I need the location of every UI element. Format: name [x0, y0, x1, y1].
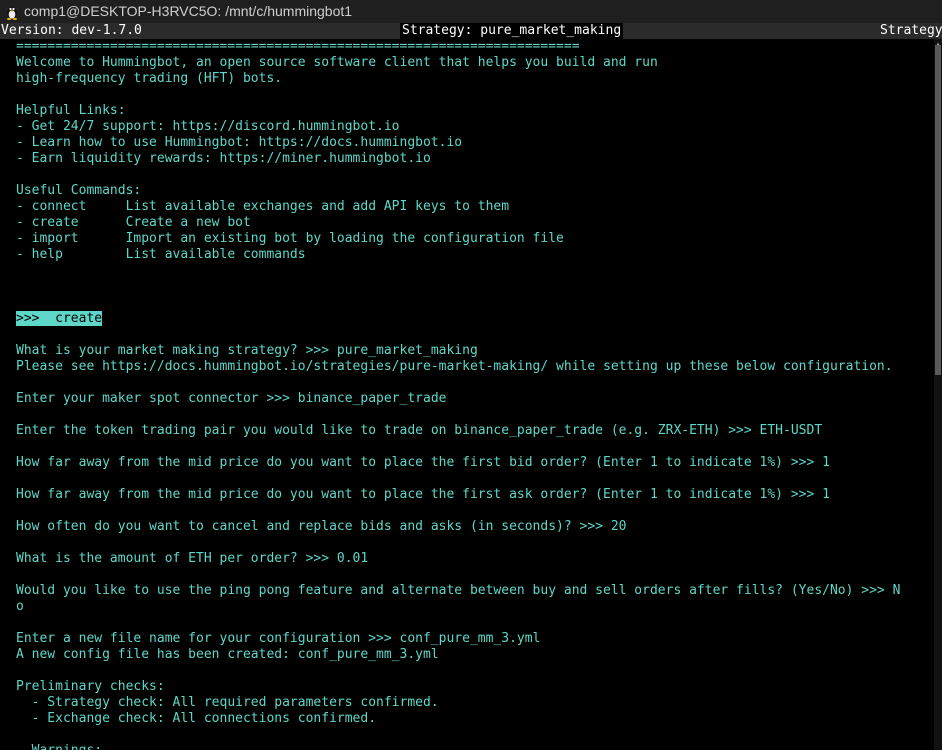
terminal-line-text: Preliminary checks:	[16, 679, 165, 694]
terminal-line-text: Warnings:	[16, 743, 102, 750]
version-label: Version: dev-1.7.0	[1, 23, 142, 38]
terminal-line-text: Would you like to use the ping pong feat…	[16, 583, 901, 598]
terminal-line: Preliminary checks:	[0, 679, 934, 695]
terminal-line: Helpful Links:	[0, 103, 934, 119]
terminal-line: - Get 24/7 support: https://discord.humm…	[0, 119, 934, 135]
terminal-line: - Exchange check: All connections confir…	[0, 711, 934, 727]
terminal-line-text: - connect List available exchanges and a…	[16, 199, 510, 214]
terminal-line: Would you like to use the ping pong feat…	[0, 583, 934, 599]
terminal-line-text: How far away from the mid price do you w…	[16, 487, 830, 502]
terminal-line: >>> create	[0, 311, 934, 327]
terminal-line: - Strategy check: All required parameter…	[0, 695, 934, 711]
terminal-line: How often do you want to cancel and repl…	[0, 519, 934, 535]
terminal-line-text: - create Create a new bot	[16, 215, 251, 230]
terminal-line: What is your market making strategy? >>>…	[0, 343, 934, 359]
terminal-line: - create Create a new bot	[0, 215, 934, 231]
terminal-line-text: Helpful Links:	[16, 103, 126, 118]
terminal-line: - Earn liquidity rewards: https://miner.…	[0, 151, 934, 167]
terminal-line-text: - import Import an existing bot by loadi…	[16, 231, 564, 246]
terminal-line-text: ========================================…	[16, 39, 580, 54]
terminal-line: What is the amount of ETH per order? >>>…	[0, 551, 934, 567]
window-title: comp1@DESKTOP-H3RVC5O: /mnt/c/hummingbot…	[24, 3, 353, 19]
status-bar: Version: dev-1.7.0 Strategy: pure_market…	[0, 23, 942, 39]
terminal-line: Please see https://docs.hummingbot.io/st…	[0, 359, 934, 375]
scrollbar-thumb[interactable]	[935, 45, 941, 375]
terminal-line-text: What is your market making strategy? >>>…	[16, 343, 478, 358]
terminal-line: Welcome to Hummingbot, an open source so…	[0, 55, 934, 71]
terminal-line: A new config file has been created: conf…	[0, 647, 934, 663]
window-titlebar[interactable]: comp1@DESKTOP-H3RVC5O: /mnt/c/hummingbot…	[0, 0, 942, 23]
terminal-line-text: - Learn how to use Hummingbot: https://d…	[16, 135, 463, 150]
strategy-label-truncated: Strategy	[880, 23, 942, 38]
strategy-label: Strategy: pure_market_making	[400, 23, 624, 39]
terminal-line-text: A new config file has been created: conf…	[16, 647, 439, 662]
terminal-line: high-frequency trading (HFT) bots.	[0, 71, 934, 87]
terminal-line-text: - Exchange check: All connections confir…	[16, 711, 377, 726]
terminal-line-text: - Strategy check: All required parameter…	[16, 695, 439, 710]
terminal-line: Warnings:	[0, 743, 934, 750]
terminal-line: Useful Commands:	[0, 183, 934, 199]
terminal-line: - import Import an existing bot by loadi…	[0, 231, 934, 247]
terminal-line: Enter a new file name for your configura…	[0, 631, 934, 647]
terminal-line-text: Enter the token trading pair you would l…	[16, 423, 823, 438]
terminal-line: How far away from the mid price do you w…	[0, 487, 934, 503]
terminal-line-text: Enter your maker spot connector >>> bina…	[16, 391, 447, 406]
terminal-line-text: high-frequency trading (HFT) bots.	[16, 71, 283, 86]
terminal-line: How far away from the mid price do you w…	[0, 455, 934, 471]
terminal-line: ========================================…	[0, 39, 934, 55]
terminal-line-text: What is the amount of ETH per order? >>>…	[16, 551, 369, 566]
terminal-line-text: How often do you want to cancel and repl…	[16, 519, 627, 534]
terminal-line-text: o	[16, 599, 24, 614]
command-prompt-highlight: >>> create	[16, 311, 103, 326]
terminal-line: Enter the token trading pair you would l…	[0, 423, 934, 439]
terminal-line-text: How far away from the mid price do you w…	[16, 455, 830, 470]
terminal-line-text: - help List available commands	[16, 247, 306, 262]
terminal-line-text: - Get 24/7 support: https://discord.humm…	[16, 119, 400, 134]
terminal-line: o	[0, 599, 934, 615]
terminal-line-text: Welcome to Hummingbot, an open source so…	[16, 55, 658, 70]
terminal-line-text: - Earn liquidity rewards: https://miner.…	[16, 151, 431, 166]
terminal-line-text: Enter a new file name for your configura…	[16, 631, 541, 646]
terminal-line-text: Please see https://docs.hummingbot.io/st…	[16, 359, 893, 374]
terminal-line: - Learn how to use Hummingbot: https://d…	[0, 135, 934, 151]
terminal-line: Enter your maker spot connector >>> bina…	[0, 391, 934, 407]
tux-linux-icon	[7, 6, 17, 20]
terminal-line-text: Useful Commands:	[16, 183, 142, 198]
vertical-scrollbar[interactable]: ▲	[934, 39, 942, 750]
terminal-line: - help List available commands	[0, 247, 934, 263]
terminal-output[interactable]: ========================================…	[0, 39, 934, 750]
terminal-line: - connect List available exchanges and a…	[0, 199, 934, 215]
